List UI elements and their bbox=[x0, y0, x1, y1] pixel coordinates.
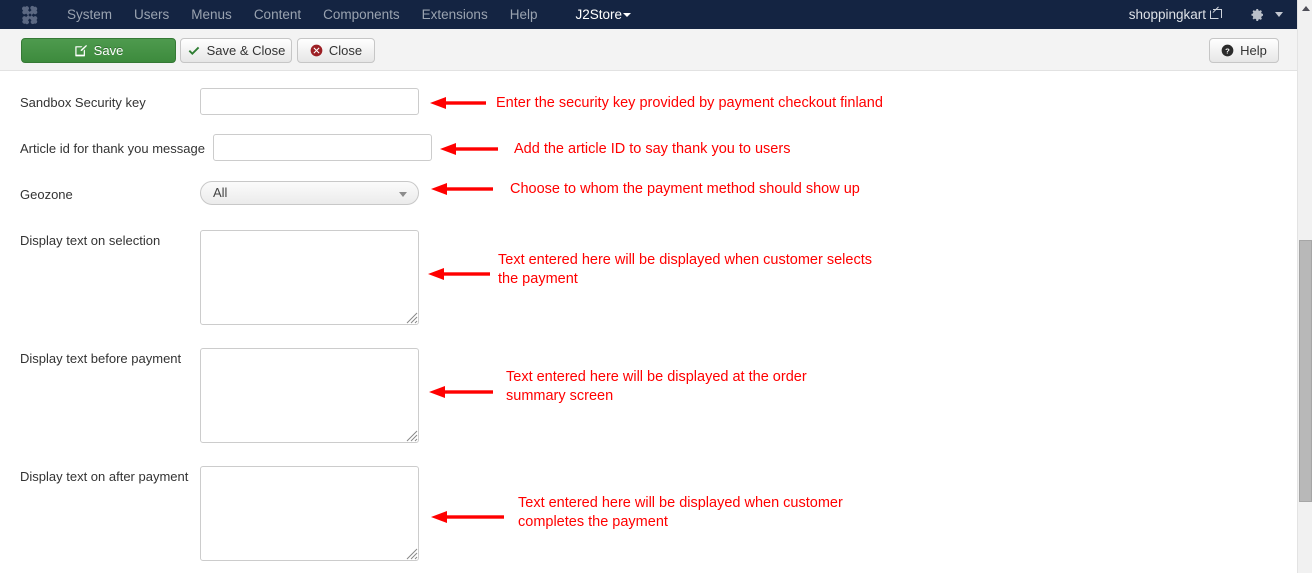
save-and-close-button[interactable]: Save & Close bbox=[180, 38, 292, 63]
circle-x-icon bbox=[310, 44, 323, 57]
save-button-label: Save bbox=[93, 43, 124, 58]
display-text-before-payment-textarea[interactable] bbox=[200, 348, 419, 443]
chevron-up-icon bbox=[1301, 6, 1310, 11]
settings-menu-button[interactable] bbox=[1249, 7, 1283, 23]
label-display-text-before-payment: Display text before payment bbox=[20, 351, 182, 366]
site-name-label: shoppingkart bbox=[1128, 7, 1206, 22]
save-and-close-button-label: Save & Close bbox=[206, 43, 286, 58]
nav-item-content[interactable]: Content bbox=[243, 0, 312, 29]
close-button[interactable]: Close bbox=[297, 38, 375, 63]
annotation-text-sandbox-key: Enter the security key provided by payme… bbox=[496, 95, 883, 111]
admin-navbar: System Users Menus Content Components Ex… bbox=[0, 0, 1297, 29]
label-display-text-on-after-payment: Display text on after payment bbox=[20, 469, 189, 484]
help-button[interactable]: ? Help bbox=[1209, 38, 1279, 63]
sandbox-security-key-input[interactable] bbox=[200, 88, 419, 115]
article-id-input[interactable] bbox=[213, 134, 432, 161]
check-icon bbox=[187, 44, 201, 58]
joomla-logo-icon[interactable] bbox=[20, 5, 40, 25]
nav-item-users[interactable]: Users bbox=[123, 0, 180, 29]
page-scrollbar[interactable] bbox=[1297, 0, 1312, 573]
annotation-text-display-on-selection: Text entered here will be displayed when… bbox=[498, 252, 872, 287]
annotation-arrow bbox=[430, 97, 486, 109]
chevron-down-icon bbox=[1275, 12, 1283, 17]
nav-item-help[interactable]: Help bbox=[499, 0, 549, 29]
external-link-icon bbox=[1210, 9, 1222, 19]
scrollbar-thumb[interactable] bbox=[1299, 240, 1312, 502]
payment-settings-form: Sandbox Security key Article id for than… bbox=[0, 71, 1297, 573]
nav-item-j2store[interactable]: J2Store bbox=[564, 0, 635, 29]
scrollbar-up-button[interactable] bbox=[1298, 0, 1312, 17]
navbar-right-group: shoppingkart bbox=[1129, 7, 1297, 23]
annotation-arrow bbox=[431, 183, 493, 195]
site-name-link[interactable]: shoppingkart bbox=[1128, 7, 1222, 22]
annotation-text-article-id: Add the article ID to say thank you to u… bbox=[514, 141, 791, 157]
svg-text:?: ? bbox=[1225, 46, 1230, 55]
annotation-arrow bbox=[429, 386, 493, 398]
save-button[interactable]: Save bbox=[21, 38, 176, 63]
chevron-down-icon bbox=[399, 192, 407, 197]
annotation-arrow bbox=[428, 268, 490, 280]
close-button-label: Close bbox=[328, 43, 363, 58]
chevron-down-icon bbox=[623, 13, 631, 17]
display-text-on-after-payment-textarea[interactable] bbox=[200, 466, 419, 561]
nav-item-j2store-label: J2Store bbox=[575, 7, 622, 22]
annotation-arrow bbox=[440, 143, 498, 155]
nav-item-system[interactable]: System bbox=[56, 0, 123, 29]
pencil-square-icon bbox=[74, 44, 88, 58]
geozone-select[interactable]: All bbox=[200, 181, 419, 205]
annotation-text-display-after-payment: Text entered here will be displayed when… bbox=[518, 495, 843, 530]
annotation-text-display-before-payment: Text entered here will be displayed at t… bbox=[506, 369, 807, 404]
label-geozone: Geozone bbox=[20, 187, 73, 202]
circle-question-icon: ? bbox=[1221, 44, 1234, 57]
display-text-on-selection-textarea[interactable] bbox=[200, 230, 419, 325]
label-article-id: Article id for thank you message bbox=[20, 141, 205, 156]
gear-icon bbox=[1251, 8, 1263, 21]
help-button-label: Help bbox=[1240, 43, 1267, 58]
annotation-text-geozone: Choose to whom the payment method should… bbox=[510, 181, 860, 197]
nav-item-extensions[interactable]: Extensions bbox=[411, 0, 499, 29]
nav-item-components[interactable]: Components bbox=[312, 0, 411, 29]
nav-item-menus[interactable]: Menus bbox=[180, 0, 243, 29]
label-display-text-on-selection: Display text on selection bbox=[20, 233, 161, 248]
annotation-arrow bbox=[431, 511, 504, 523]
geozone-select-value: All bbox=[213, 185, 228, 200]
label-sandbox-security-key: Sandbox Security key bbox=[20, 95, 146, 110]
